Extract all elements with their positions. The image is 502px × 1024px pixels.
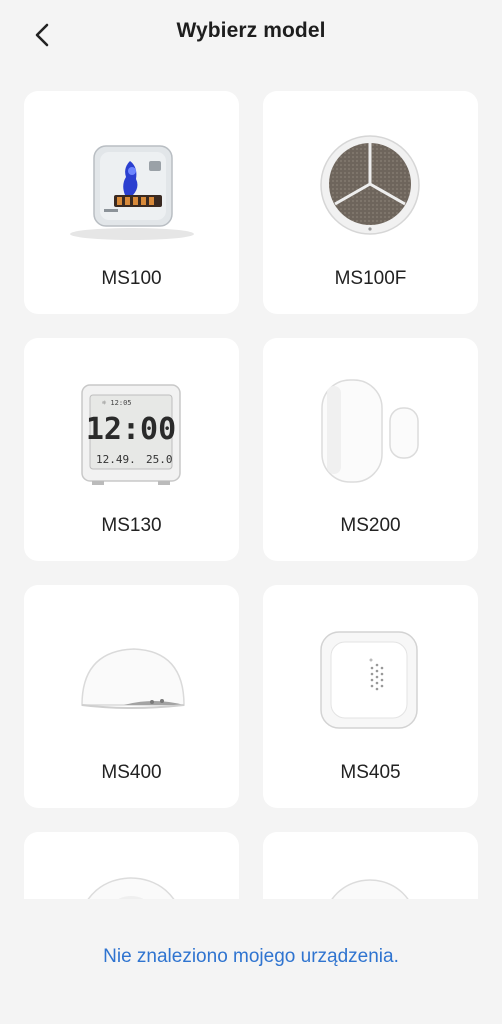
- model-card-ms100[interactable]: MS100: [24, 91, 239, 314]
- round-sensor-image: [263, 832, 478, 899]
- model-label: MS100: [101, 268, 162, 289]
- footer: Nie znaleziono mojego urządzenia.: [0, 899, 502, 1024]
- svg-text:25.0: 25.0: [146, 453, 173, 466]
- model-card[interactable]: [263, 832, 478, 899]
- ms405-sensor-image: [263, 585, 478, 750]
- model-label: MS400: [101, 762, 162, 783]
- ms100f-sensor-image: [263, 91, 478, 256]
- svg-text:12.49.: 12.49.: [96, 453, 136, 466]
- ms200-door-sensor-image: [263, 338, 478, 503]
- ms100-sensor-image: [24, 91, 239, 256]
- round-sensor-image: [24, 832, 239, 899]
- top-bar: Wybierz model: [0, 0, 502, 72]
- device-not-found-link[interactable]: Nie znaleziono mojego urządzenia.: [0, 946, 502, 968]
- model-label: MS130: [101, 515, 162, 536]
- model-label: MS100F: [334, 268, 407, 289]
- model-card-ms100f[interactable]: MS100F: [263, 91, 478, 314]
- ms130-clock-image: 12:00 ☼ 12:05 12.49. 25.0: [24, 338, 239, 503]
- model-card[interactable]: [24, 832, 239, 899]
- model-card-ms130[interactable]: 12:00 ☼ 12:05 12.49. 25.0 MS130: [24, 338, 239, 561]
- model-card-ms200[interactable]: MS200: [263, 338, 478, 561]
- model-label: MS200: [340, 515, 401, 536]
- svg-text:☼ 12:05: ☼ 12:05: [102, 399, 132, 407]
- ms400-leak-sensor-image: [24, 585, 239, 750]
- model-label: MS405: [340, 762, 401, 783]
- svg-text:12:00: 12:00: [86, 412, 176, 447]
- model-card-ms405[interactable]: MS405: [263, 585, 478, 808]
- model-grid[interactable]: MS100 MS100F 12:00 ☼ 12:05 12.49. 25.0 M…: [0, 72, 502, 899]
- page-title: Wybierz model: [176, 19, 326, 42]
- model-card-ms400[interactable]: MS400: [24, 585, 239, 808]
